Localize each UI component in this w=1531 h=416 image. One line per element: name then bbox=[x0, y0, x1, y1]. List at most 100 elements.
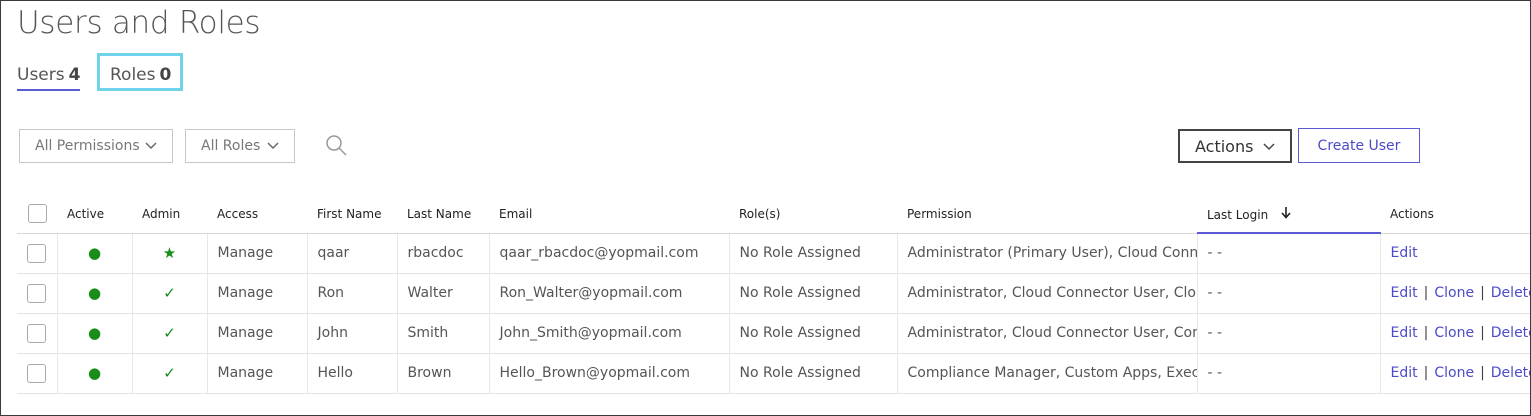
table-header-row: Active Admin Access First Name Last Name… bbox=[17, 195, 1530, 234]
email-cell: Ron_Walter@yopmail.com bbox=[489, 273, 730, 314]
table-row: ● ✓ Manage John Smith John_Smith@yopmail… bbox=[17, 313, 1530, 354]
delete-link[interactable]: Delete bbox=[1491, 325, 1530, 341]
create-user-button[interactable]: Create User bbox=[1298, 128, 1420, 163]
roles-cell: No Role Assigned bbox=[729, 233, 898, 274]
tab-users[interactable]: Users 4 bbox=[17, 65, 81, 91]
active-dot-icon: ● bbox=[87, 244, 102, 262]
last-name-cell: Brown bbox=[397, 353, 490, 394]
permission-cell: Administrator (Primary User), Cloud Conn… bbox=[897, 233, 1198, 274]
col-roles[interactable]: Role(s) bbox=[729, 195, 897, 234]
row-checkbox[interactable] bbox=[27, 283, 47, 303]
row-select-cell bbox=[17, 233, 58, 274]
first-name-cell: qaar bbox=[307, 233, 398, 274]
active-status-dot: ● bbox=[57, 273, 133, 314]
row-checkbox[interactable] bbox=[27, 363, 47, 383]
row-checkbox[interactable] bbox=[27, 323, 47, 343]
actions-button-label: Actions bbox=[1195, 136, 1254, 156]
active-status-dot: ● bbox=[57, 313, 133, 354]
roles-cell: No Role Assigned bbox=[729, 273, 898, 314]
separator: | bbox=[1480, 365, 1485, 381]
col-last-login[interactable]: Last Login bbox=[1197, 195, 1380, 234]
tab-users-count: 4 bbox=[68, 65, 81, 85]
page-title: Users and Roles bbox=[17, 5, 261, 41]
separator: | bbox=[1480, 325, 1485, 341]
clone-link[interactable]: Clone bbox=[1434, 365, 1474, 381]
email-cell: John_Smith@yopmail.com bbox=[489, 313, 730, 354]
col-permission[interactable]: Permission bbox=[897, 195, 1197, 234]
first-name-cell: Ron bbox=[307, 273, 398, 314]
access-cell: Manage bbox=[207, 273, 308, 314]
users-and-roles-page: Users and Roles Users 4 Roles 0 All Permis… bbox=[0, 0, 1531, 416]
edit-link[interactable]: Edit bbox=[1391, 285, 1418, 301]
col-actions: Actions bbox=[1380, 195, 1530, 234]
select-all-checkbox[interactable] bbox=[27, 204, 47, 224]
last-name-cell: Smith bbox=[397, 313, 490, 354]
active-dot-icon: ● bbox=[87, 324, 102, 342]
edit-link[interactable]: Edit bbox=[1391, 365, 1418, 381]
last-login-cell: - - bbox=[1197, 353, 1381, 394]
checkmark-icon: ✓ bbox=[163, 364, 176, 382]
separator: | bbox=[1423, 285, 1429, 301]
admin-status: ★ bbox=[132, 233, 208, 274]
row-actions-cell: Edit | Clone | Delete bbox=[1380, 313, 1530, 354]
row-actions-cell: Edit | Clone | Delete bbox=[1380, 353, 1530, 394]
permission-cell: Compliance Manager, Custom Apps, Executi… bbox=[897, 353, 1198, 394]
row-select-cell bbox=[17, 273, 58, 314]
separator: | bbox=[1423, 365, 1429, 381]
last-name-cell: Walter bbox=[397, 273, 490, 314]
actions-dropdown-button[interactable]: Actions bbox=[1178, 129, 1292, 163]
delete-link[interactable]: Delete bbox=[1491, 365, 1530, 381]
star-icon: ★ bbox=[162, 244, 177, 262]
col-access[interactable]: Access bbox=[207, 195, 307, 234]
col-email[interactable]: Email bbox=[489, 195, 729, 234]
tab-roles[interactable]: Roles 0 bbox=[110, 65, 171, 85]
access-cell: Manage bbox=[207, 313, 308, 354]
active-status-dot: ● bbox=[57, 353, 133, 394]
row-select-cell bbox=[17, 313, 58, 354]
delete-link[interactable]: Delete bbox=[1491, 285, 1530, 301]
edit-link[interactable]: Edit bbox=[1391, 325, 1418, 341]
tab-roles-label: Roles bbox=[110, 65, 156, 85]
tab-users-label: Users bbox=[17, 65, 65, 85]
last-login-cell: - - bbox=[1197, 233, 1381, 274]
clone-link[interactable]: Clone bbox=[1434, 325, 1474, 341]
edit-link[interactable]: Edit bbox=[1391, 245, 1418, 261]
row-checkbox[interactable] bbox=[27, 243, 47, 263]
col-first-name[interactable]: First Name bbox=[307, 195, 397, 234]
first-name-cell: Hello bbox=[307, 353, 398, 394]
active-status-dot: ● bbox=[57, 233, 133, 274]
row-actions-cell: Edit | Clone | Delete bbox=[1380, 273, 1530, 314]
separator: | bbox=[1480, 285, 1485, 301]
admin-status: ✓ bbox=[132, 313, 208, 354]
col-last-login-label: Last Login bbox=[1207, 207, 1269, 222]
admin-status: ✓ bbox=[132, 353, 208, 394]
admin-status: ✓ bbox=[132, 273, 208, 314]
search-icon[interactable] bbox=[323, 133, 349, 159]
select-all-cell bbox=[17, 195, 57, 234]
users-table: Active Admin Access First Name Last Name… bbox=[17, 195, 1530, 394]
active-dot-icon: ● bbox=[87, 284, 102, 302]
permission-cell: Administrator, Cloud Connector User, Clo… bbox=[897, 273, 1198, 314]
chevron-down-icon bbox=[145, 142, 157, 150]
col-admin[interactable]: Admin bbox=[132, 195, 207, 234]
permissions-filter-dropdown[interactable]: All Permissions bbox=[19, 129, 173, 163]
tab-roles-count: 0 bbox=[159, 65, 172, 85]
checkmark-icon: ✓ bbox=[163, 324, 176, 342]
permissions-filter-value: All Permissions bbox=[35, 138, 140, 154]
arrow-down-icon bbox=[1281, 206, 1291, 219]
roles-cell: No Role Assigned bbox=[729, 313, 898, 354]
last-login-cell: - - bbox=[1197, 313, 1381, 354]
clone-link[interactable]: Clone bbox=[1434, 285, 1474, 301]
last-name-cell: rbacdoc bbox=[397, 233, 490, 274]
roles-cell: No Role Assigned bbox=[729, 353, 898, 394]
roles-filter-dropdown[interactable]: All Roles bbox=[185, 129, 295, 163]
col-active[interactable]: Active bbox=[57, 195, 132, 234]
email-cell: qaar_rbacdoc@yopmail.com bbox=[489, 233, 730, 274]
last-login-cell: - - bbox=[1197, 273, 1381, 314]
table-row: ● ✓ Manage Ron Walter Ron_Walter@yopmail… bbox=[17, 273, 1530, 314]
col-last-name[interactable]: Last Name bbox=[397, 195, 489, 234]
chevron-down-icon bbox=[1263, 143, 1275, 151]
chevron-down-icon bbox=[267, 142, 279, 150]
row-actions-cell: Edit bbox=[1380, 233, 1530, 274]
active-dot-icon: ● bbox=[87, 364, 102, 382]
